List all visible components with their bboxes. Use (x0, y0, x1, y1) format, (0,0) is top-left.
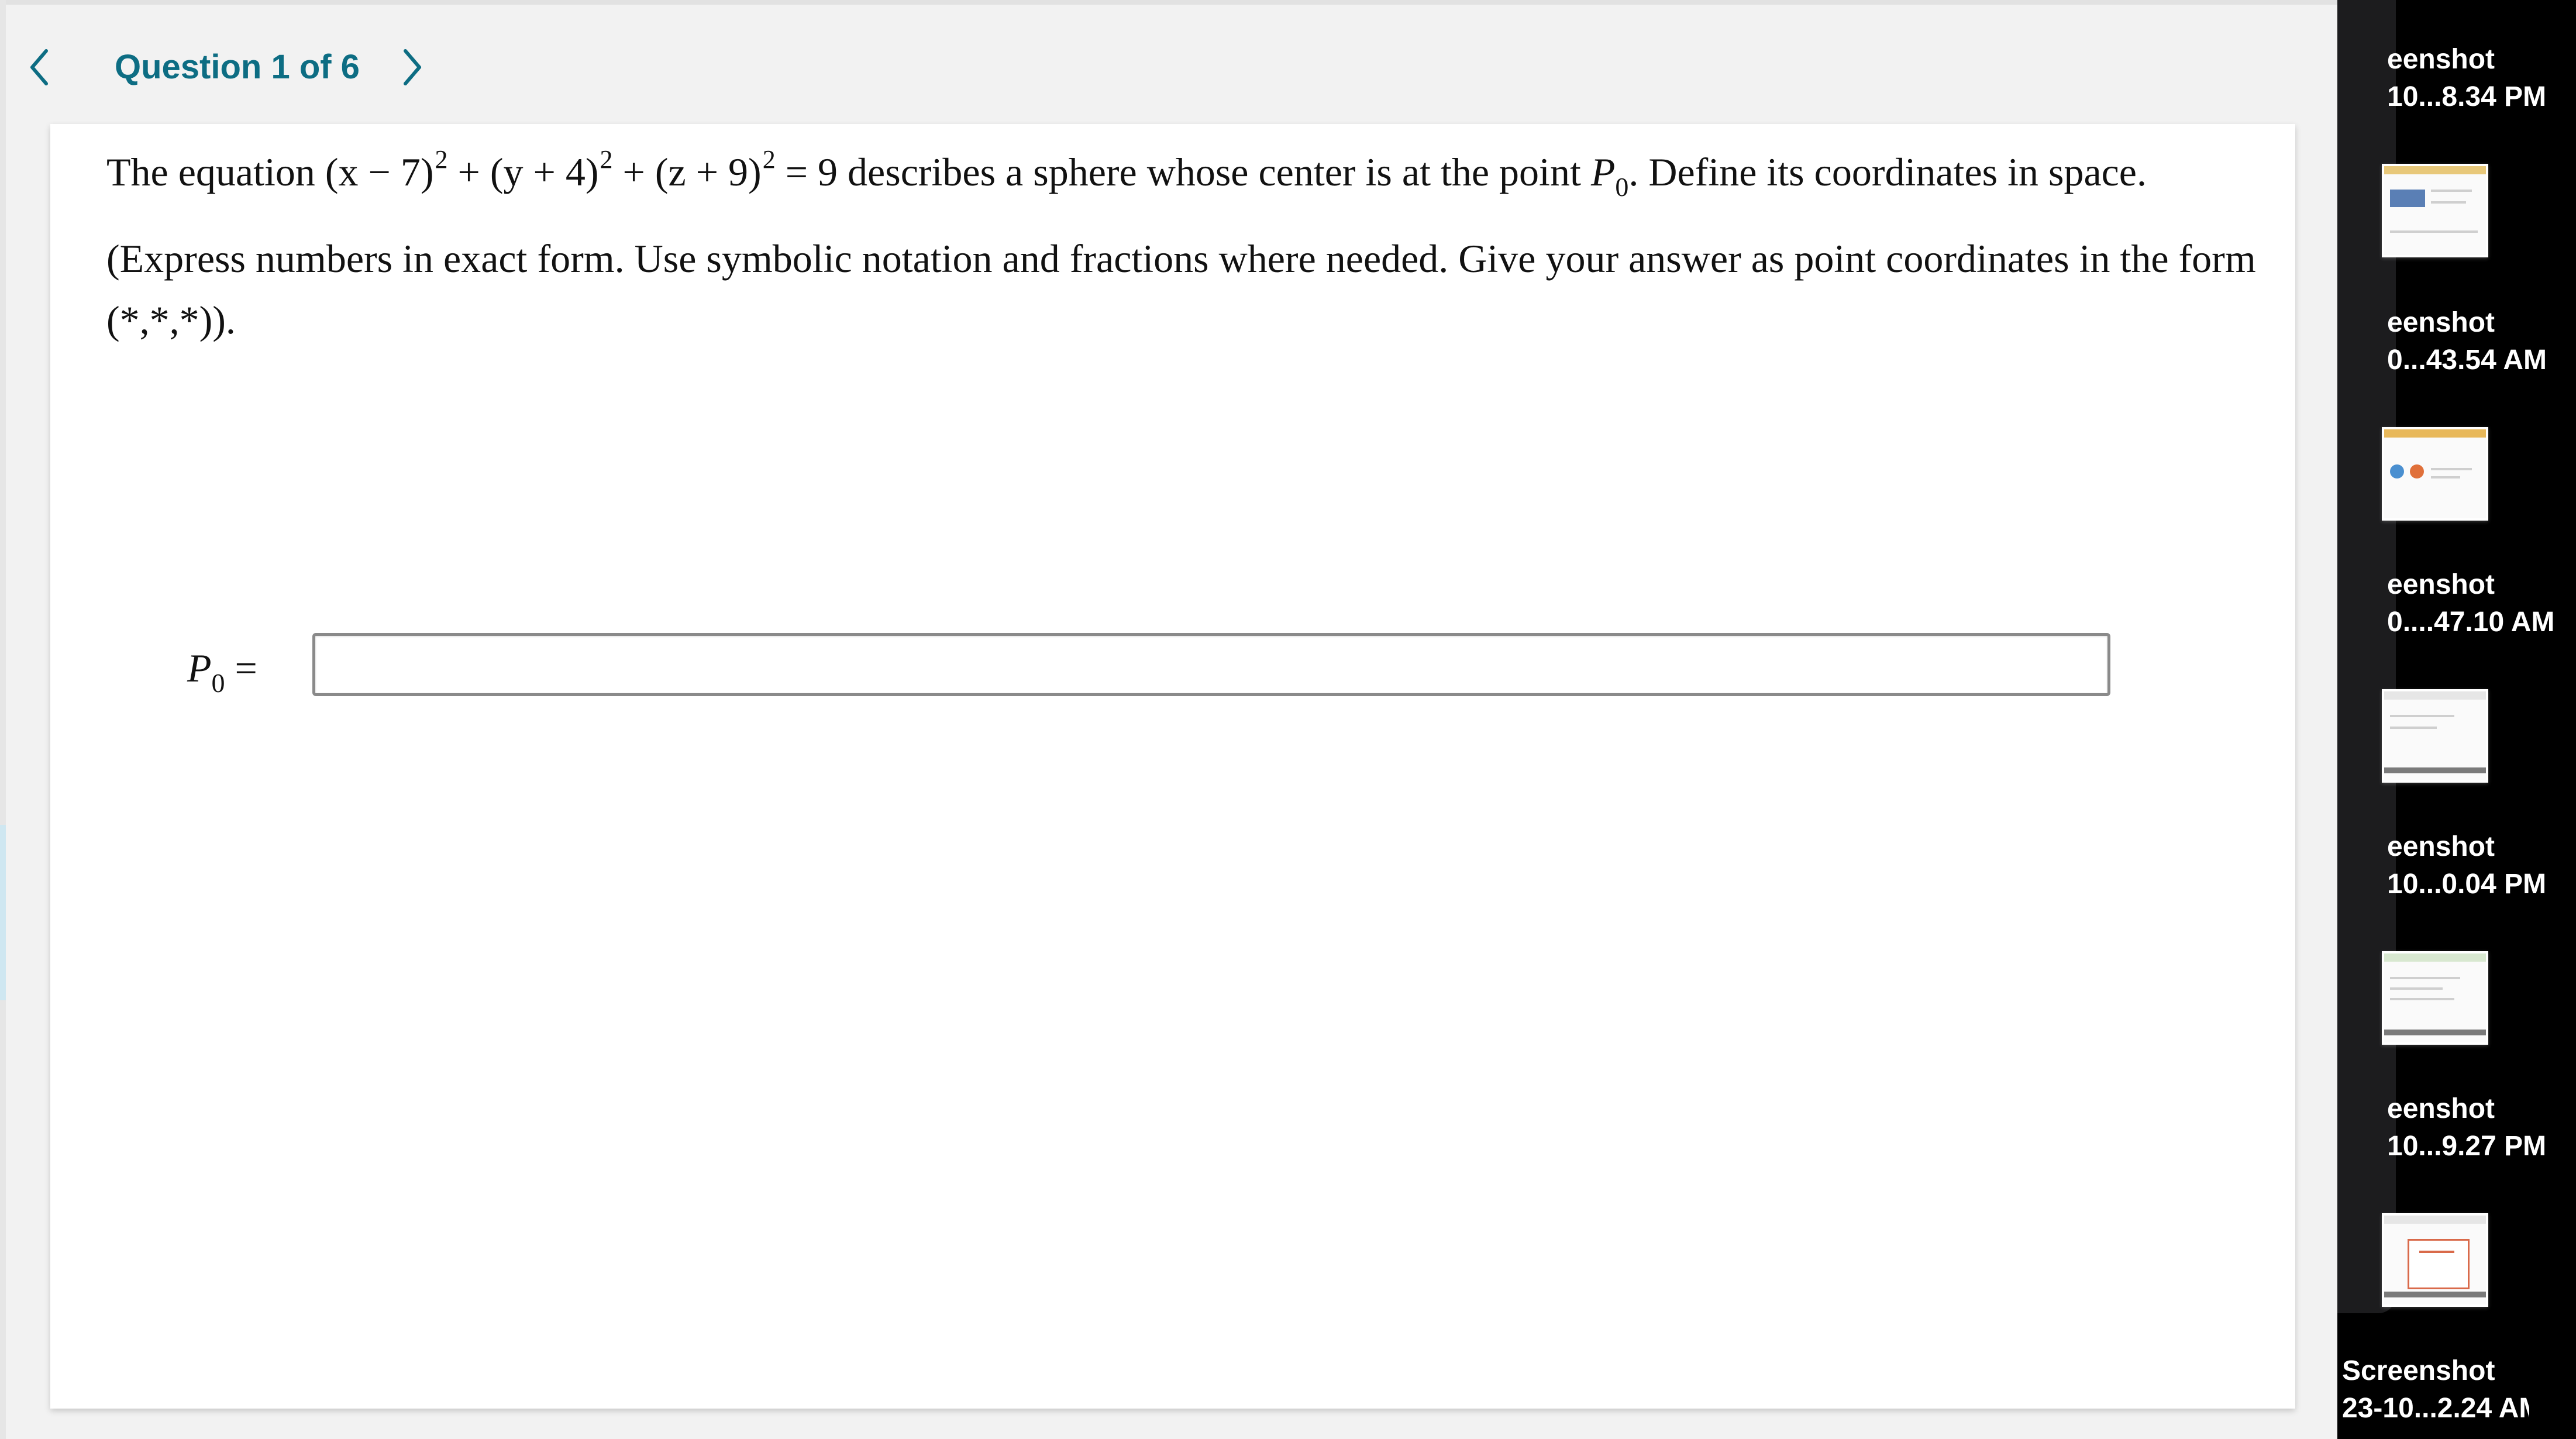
dock-screenshot-item[interactable]: eenshot 0...43.54 AM (2337, 298, 2576, 556)
question-text: The equation (x − 7)2 + (y + 4)2 + (z + … (106, 142, 2271, 208)
left-edge-accent (0, 825, 6, 1000)
screenshot-thumbnail (2382, 951, 2488, 1045)
answer-label-subscript: 0 (211, 668, 225, 698)
screenshot-thumbnail (2382, 427, 2488, 521)
screenshot-stack-dock: eenshot 10...8.34 PM eenshot 0...43.54 A… (2337, 0, 2576, 1439)
eq-rhs: = 9 (775, 150, 838, 194)
previous-question-button[interactable] (13, 35, 66, 99)
dock-screenshot-item[interactable]: eenshot 10...9.27 PM (2337, 1085, 2576, 1342)
dock-screenshot-item[interactable]: eenshot 10...8.34 PM (2337, 35, 2576, 292)
answer-row: P0 = (50, 633, 2295, 703)
point-symbol: P (1590, 150, 1616, 194)
dock-item-name: eenshot 10...8.34 PM (2387, 44, 2547, 112)
dock-item-name: Screenshot 23-10...2.24 AM (2342, 1355, 2529, 1424)
chevron-right-icon (404, 49, 421, 85)
question-card: The equation (x − 7)2 + (y + 4)2 + (z + … (50, 124, 2295, 1409)
answer-label: P0 = (187, 633, 257, 703)
answer-label-symbol: P (187, 646, 212, 690)
chevron-left-icon (30, 49, 48, 85)
dock-item-name: eenshot 0....47.10 AM (2387, 569, 2555, 638)
question-nav: Question 1 of 6 (0, 35, 526, 99)
screenshot-thumbnail (2382, 164, 2488, 257)
dock-screenshot-item[interactable]: Screenshot 23-10...2.24 AM (2337, 1347, 2576, 1439)
prompt-pre: The equation (106, 150, 325, 194)
prompt-mid: describes a sphere whose center is at th… (838, 150, 1591, 194)
answer-input[interactable] (312, 633, 2110, 696)
dock-screenshot-item[interactable]: eenshot 0....47.10 AM (2337, 560, 2576, 818)
dock-item-name: eenshot 10...9.27 PM (2387, 1093, 2547, 1162)
dock-item-name: eenshot 10...0.04 PM (2387, 831, 2547, 900)
answer-label-equals: = (225, 646, 257, 690)
eq-term-3: + (z + 9) (612, 150, 762, 194)
eq-exp-1: 2 (435, 145, 448, 174)
question-instructions: (Express numbers in exact form. Use symb… (106, 236, 2256, 342)
eq-term-1: (x − 7) (325, 150, 434, 194)
screenshot-thumbnail (2382, 689, 2488, 783)
left-edge (0, 0, 6, 1439)
app-area: Question 1 of 6 The equation (x − 7)2 + … (0, 0, 2337, 1439)
sphere-equation: (x − 7)2 + (y + 4)2 + (z + 9)2 = 9 (325, 145, 838, 194)
next-question-button[interactable] (386, 35, 439, 99)
eq-exp-3: 2 (762, 145, 776, 174)
screenshot-thumbnail (2382, 1213, 2488, 1307)
top-divider (0, 0, 2337, 5)
prompt-post: . Define its coordinates in space. (1628, 150, 2147, 194)
eq-exp-2: 2 (600, 145, 613, 174)
question-counter: Question 1 of 6 (115, 48, 360, 86)
point-subscript: 0 (1615, 172, 1629, 202)
dock-item-name: eenshot 0...43.54 AM (2387, 307, 2547, 376)
eq-term-2: + (y + 4) (447, 150, 599, 194)
dock-screenshot-item[interactable]: eenshot 10...0.04 PM (2337, 822, 2576, 1080)
question-prompt: The equation (x − 7)2 + (y + 4)2 + (z + … (106, 142, 2271, 351)
